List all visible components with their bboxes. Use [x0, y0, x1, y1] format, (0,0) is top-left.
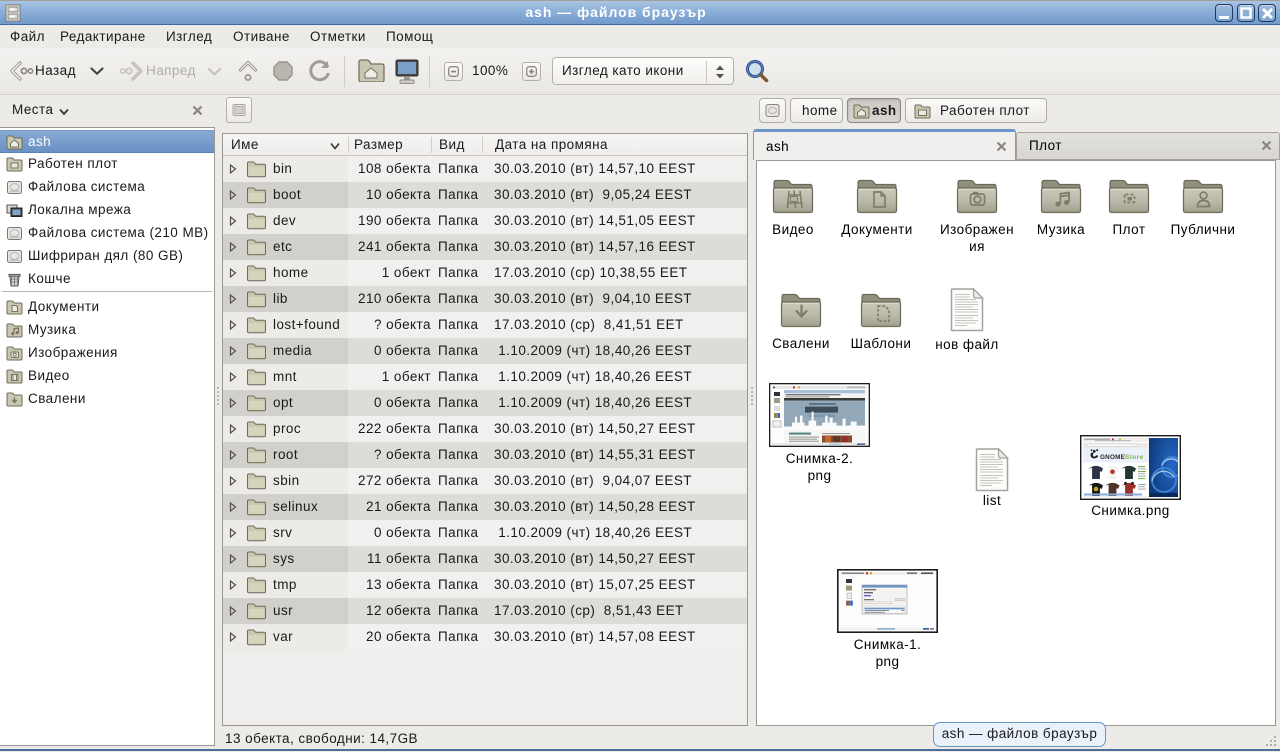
svg-text:Store: Store: [1125, 454, 1144, 461]
svg-text:GNOME: GNOME: [1100, 454, 1126, 461]
